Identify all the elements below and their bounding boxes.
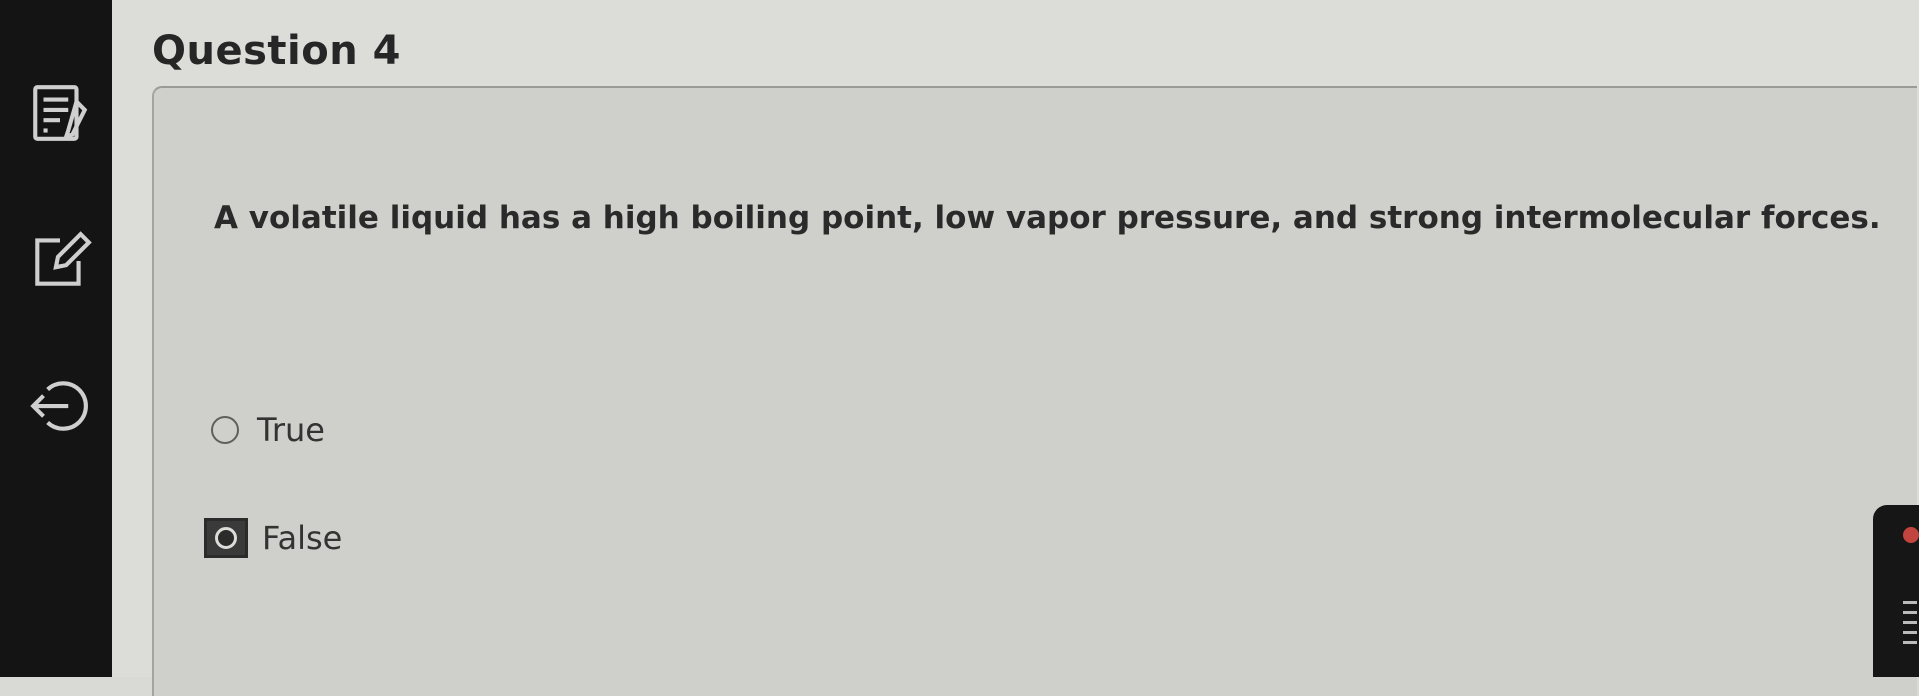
question-title: Question 4 [152, 28, 401, 74]
notes-icon[interactable] [24, 78, 96, 150]
answer-option-false[interactable]: False [204, 518, 342, 558]
radio-button-unselected[interactable] [211, 416, 239, 444]
right-side-panel [1873, 505, 1919, 677]
edit-icon[interactable] [24, 225, 96, 297]
left-toolbar [0, 0, 112, 677]
exit-icon[interactable] [24, 370, 96, 442]
answer-label-true: True [257, 411, 325, 449]
answer-label-false: False [262, 519, 343, 557]
radio-button-selected[interactable] [204, 518, 248, 558]
question-card: A volatile liquid has a high boiling poi… [152, 86, 1917, 696]
answer-option-true[interactable]: True [204, 411, 325, 449]
panel-lines-icon [1903, 601, 1917, 645]
quiz-content: Question 4 A volatile liquid has a high … [112, 0, 1919, 696]
selected-dot-icon [215, 527, 237, 549]
status-dot-icon [1903, 527, 1919, 543]
question-text: A volatile liquid has a high boiling poi… [214, 200, 1881, 236]
